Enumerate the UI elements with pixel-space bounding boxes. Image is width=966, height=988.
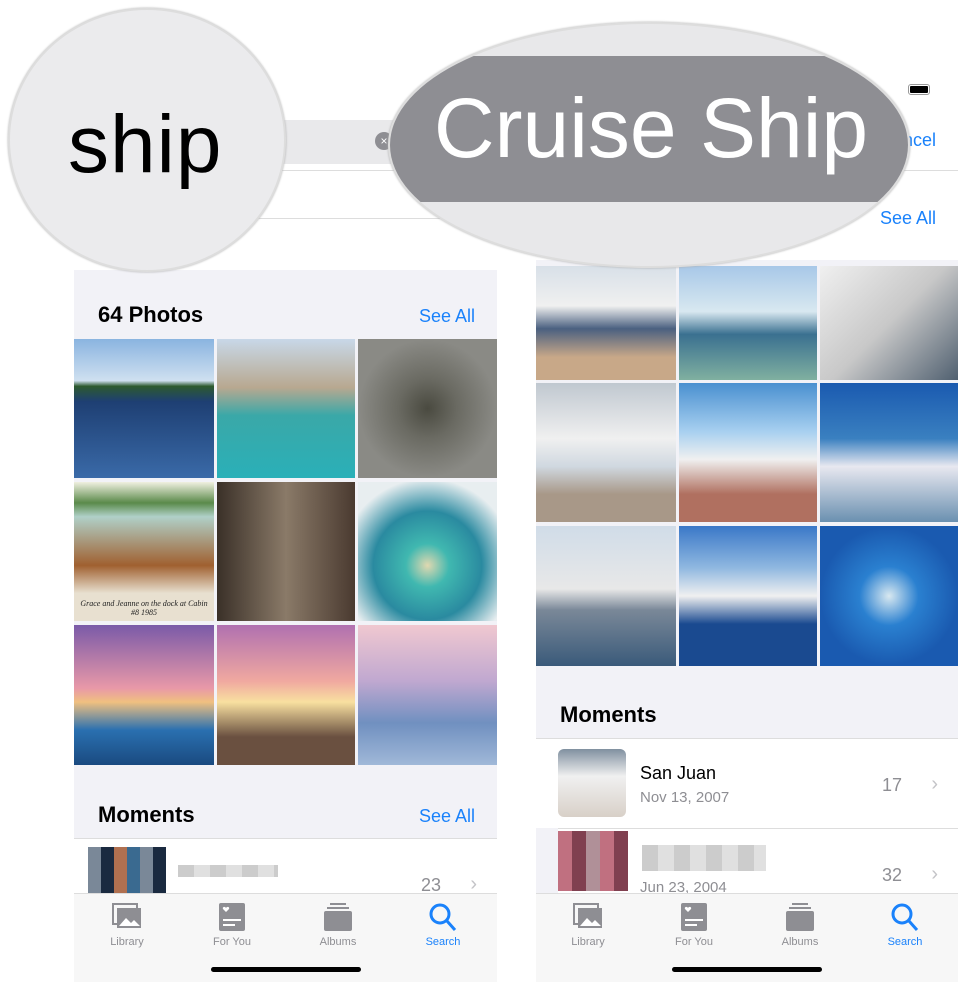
- albums-icon: [324, 903, 352, 931]
- photo-tile[interactable]: [820, 266, 958, 380]
- chevron-right-icon: ›: [931, 773, 938, 795]
- moment-title: San Juan: [640, 763, 717, 783]
- photo-stack-icon: [573, 903, 602, 928]
- moments-section-title: Moments: [98, 802, 195, 827]
- photo-tile[interactable]: [679, 383, 817, 522]
- moments-section-title: Moments: [560, 702, 657, 727]
- tab-label: For You: [213, 936, 251, 948]
- battery-icon: [908, 84, 930, 95]
- tab-albums[interactable]: Albums: [288, 902, 388, 948]
- photo-tile[interactable]: [358, 339, 497, 478]
- photo-tile[interactable]: [217, 339, 355, 478]
- chevron-right-icon: ›: [931, 863, 938, 885]
- tab-search[interactable]: Search: [855, 902, 955, 948]
- tab-albums[interactable]: Albums: [750, 902, 850, 948]
- photo-tile[interactable]: [679, 526, 817, 666]
- photo-tile[interactable]: [74, 339, 214, 478]
- search-query-magnified: Cruise Ship: [433, 81, 869, 175]
- moment-row[interactable]: San Juan Nov 13, 2007 17 ›: [536, 738, 958, 828]
- tab-label: For You: [675, 936, 713, 948]
- magnifier-search-query-right: Cruise Ship: [388, 22, 910, 268]
- tab-label: Library: [571, 936, 605, 948]
- moment-thumbnail: [558, 831, 628, 891]
- tab-library[interactable]: Library: [77, 902, 177, 948]
- see-all-photos-button[interactable]: See All: [880, 208, 936, 229]
- moment-row[interactable]: Jun 23, 2004 32 ›: [558, 828, 958, 898]
- tab-label: Library: [110, 936, 144, 948]
- photo-tile[interactable]: [536, 526, 676, 666]
- moment-title-blurred: [642, 845, 766, 871]
- tab-label: Search: [425, 936, 461, 948]
- photo-tile[interactable]: [217, 625, 355, 765]
- moment-title-blurred: [178, 865, 278, 877]
- moment-count: 17: [881, 775, 902, 795]
- photo-tile[interactable]: [74, 625, 214, 765]
- search-icon: [891, 903, 919, 931]
- tab-search[interactable]: Search: [393, 902, 493, 948]
- moment-row[interactable]: 23 ›: [74, 838, 497, 899]
- photo-tile[interactable]: [679, 266, 817, 380]
- search-icon: [429, 903, 457, 931]
- search-query-magnified: ship: [68, 99, 223, 190]
- heart-card-icon: [219, 903, 245, 931]
- tab-for-you[interactable]: For You: [182, 902, 282, 948]
- heart-card-icon: [681, 903, 707, 931]
- photo-tile[interactable]: [820, 383, 958, 522]
- photo-tile[interactable]: [536, 266, 676, 380]
- magnifier-search-query-left: ship: [8, 8, 286, 272]
- tab-label: Search: [887, 936, 923, 948]
- photo-stack-icon: [112, 903, 141, 928]
- home-indicator: [672, 967, 822, 972]
- photo-tile[interactable]: [217, 482, 355, 621]
- see-all-photos-button[interactable]: See All: [419, 306, 475, 327]
- home-indicator: [210, 967, 361, 972]
- moment-count: 32: [881, 865, 902, 885]
- moment-date: Nov 13, 2007: [640, 789, 730, 806]
- photo-tile[interactable]: [536, 383, 676, 522]
- photos-section-title: 64 Photos: [98, 302, 204, 327]
- tab-for-you[interactable]: For You: [644, 902, 744, 948]
- see-all-moments-button[interactable]: See All: [419, 806, 475, 827]
- photo-tile[interactable]: Grace and Jeanne on the dock at Cabin #8…: [74, 482, 214, 621]
- photo-tile[interactable]: [358, 625, 497, 765]
- tab-label: Albums: [781, 936, 819, 948]
- tab-library[interactable]: Library: [538, 902, 638, 948]
- photo-tile[interactable]: [820, 526, 958, 666]
- photo-caption: Grace and Jeanne on the dock at Cabin #8…: [80, 599, 208, 617]
- tab-label: Albums: [319, 936, 357, 948]
- moment-thumbnail: [558, 749, 626, 817]
- tab-bar: Library For You Albums Search: [536, 893, 958, 982]
- photo-tile[interactable]: [358, 482, 497, 621]
- moment-thumbnail: [88, 847, 166, 899]
- tab-bar: Library For You Albums Search: [74, 893, 497, 982]
- albums-icon: [786, 903, 814, 931]
